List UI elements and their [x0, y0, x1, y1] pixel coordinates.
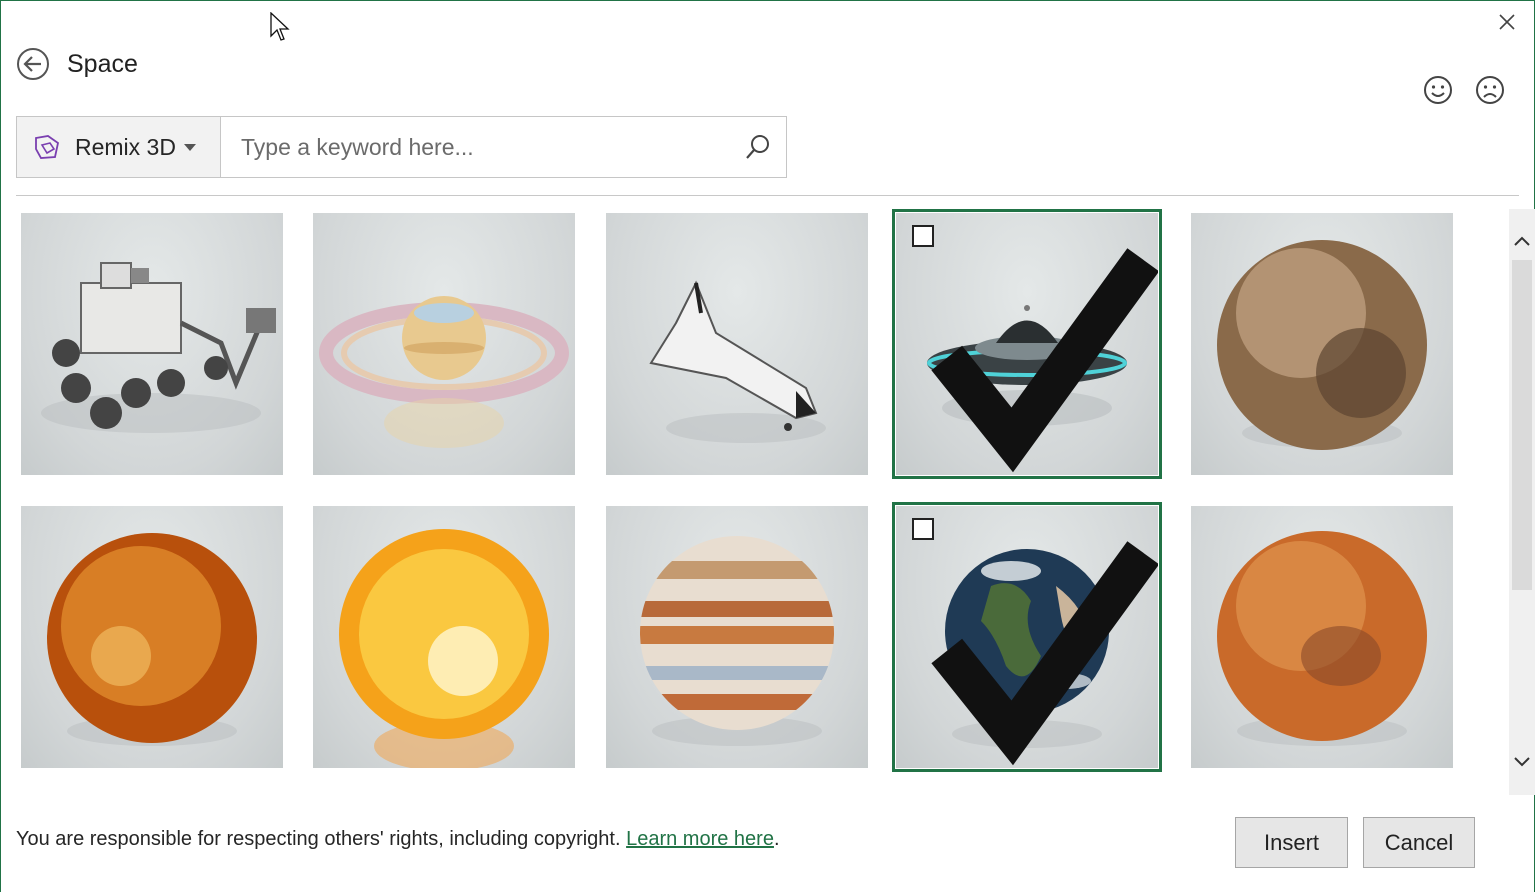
result-tile-venus[interactable] [21, 506, 283, 768]
search-field [220, 116, 787, 178]
sun-image [339, 529, 549, 768]
cancel-button[interactable]: Cancel [1363, 817, 1475, 868]
jupiter-image [640, 536, 834, 746]
result-tile-earth[interactable] [892, 502, 1162, 772]
search-icon[interactable] [744, 133, 772, 161]
chevron-up-icon [1514, 236, 1530, 246]
smile-icon[interactable] [1422, 74, 1454, 106]
select-checkbox[interactable] [912, 518, 1158, 766]
result-tile-sun[interactable] [313, 506, 575, 768]
result-tile-mars[interactable] [1191, 506, 1453, 768]
source-label: Remix 3D [75, 133, 176, 160]
learn-more-link[interactable]: Learn more here [626, 828, 774, 850]
remix-3d-icon [35, 135, 60, 159]
result-tile-ufo[interactable] [892, 209, 1162, 479]
scrollbar-thumb[interactable] [1512, 260, 1532, 590]
close-button[interactable] [1493, 8, 1521, 36]
venus-image [47, 533, 257, 746]
divider [16, 195, 1519, 196]
result-tile-ringed-planet[interactable] [313, 213, 575, 475]
mars-image [1217, 531, 1427, 746]
source-dropdown[interactable]: Remix 3D [16, 116, 221, 178]
select-checkbox[interactable] [912, 225, 1158, 473]
chevron-down-icon [1514, 757, 1530, 767]
back-arrow-icon[interactable] [16, 47, 50, 81]
frown-icon[interactable] [1474, 74, 1506, 106]
result-tile-pluto[interactable] [1191, 213, 1453, 475]
ringed-planet-image [319, 296, 569, 448]
insert-button[interactable]: Insert [1235, 817, 1348, 868]
space-shuttle-image [649, 280, 826, 443]
copyright-note: You are responsible for respecting other… [16, 826, 780, 852]
dialog-title: Space [67, 50, 138, 78]
result-tile-jupiter[interactable] [606, 506, 868, 768]
period: . [773, 828, 780, 850]
close-icon [1499, 14, 1515, 30]
scroll-down-button[interactable] [1509, 749, 1535, 775]
rover-image [41, 262, 276, 433]
result-tile-space-shuttle[interactable] [606, 213, 868, 475]
search-input[interactable] [239, 132, 713, 162]
pluto-image [1217, 240, 1427, 450]
copyright-text: You are responsible for respecting other… [16, 828, 621, 850]
chevron-down-icon [183, 143, 196, 151]
scroll-up-button[interactable] [1509, 228, 1535, 254]
result-tile-rover[interactable] [21, 213, 283, 475]
mouse-cursor-icon [270, 12, 290, 41]
